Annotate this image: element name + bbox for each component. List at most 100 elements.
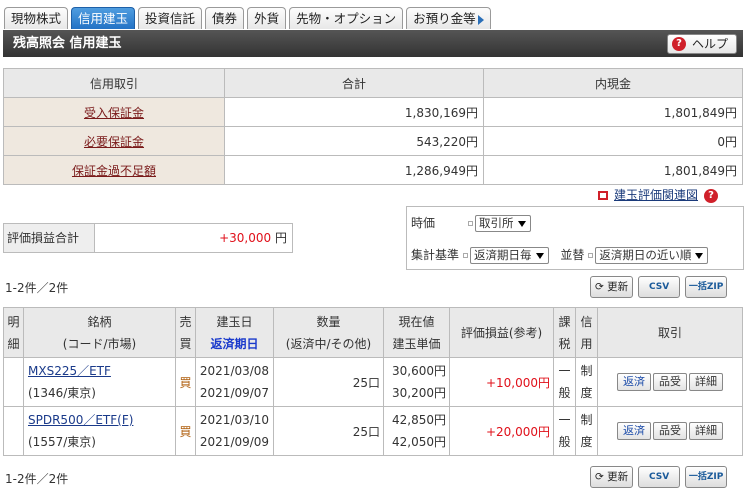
header-credit: 信用 <box>575 307 598 358</box>
header-cash: 内現金 <box>483 68 743 98</box>
cost-price: 42,050円 <box>392 435 446 449</box>
repay-button[interactable]: 返済 <box>617 422 651 440</box>
bullet-icon <box>468 221 473 226</box>
open-date: 2021/03/08 <box>199 364 270 378</box>
filter-panel: 時価 取引所 集計基準 返済期日毎 並替 返済期日の近い順 <box>406 206 744 270</box>
detail-button[interactable]: 詳細 <box>689 422 723 440</box>
bullet-icon <box>463 253 469 258</box>
header-cost: 建玉単価 <box>392 336 441 351</box>
pl-total-value: +30,000 <box>219 231 272 245</box>
delivery-button[interactable]: 品受 <box>653 373 687 391</box>
delivery-button[interactable]: 品受 <box>653 422 687 440</box>
detail-button[interactable]: 詳細 <box>689 373 723 391</box>
header-tax: 課税 <box>553 307 576 358</box>
refresh-button[interactable]: ⟳ 更新 <box>590 276 634 298</box>
toolbar-top: ⟳ 更新 CSV 一括ZIP <box>590 276 732 298</box>
header-due: 返済期日 <box>210 336 259 351</box>
link-required-margin[interactable]: 必要保証金 <box>84 135 144 149</box>
tab-deposits[interactable]: お預り金等 <box>406 7 491 29</box>
header-qty: 数量 <box>316 314 341 329</box>
qty-cell: 25口 <box>273 357 384 407</box>
table-row: 必要保証金 543,220円 0円 <box>3 126 743 156</box>
result-count-bottom: 1-2件／2件 <box>5 472 69 486</box>
csv-button[interactable]: CSV <box>638 276 681 298</box>
tax-cell: 一般 <box>553 357 576 407</box>
time-label: 時価 <box>411 216 436 230</box>
time-select[interactable]: 取引所 <box>475 215 531 232</box>
tax-cell: 一般 <box>553 406 576 456</box>
help-icon: ? <box>672 37 686 51</box>
stock-name-link[interactable]: MXS225／ETF <box>28 364 111 378</box>
zip-button[interactable]: 一括ZIP <box>685 466 728 488</box>
cell-cash: 1,801,849円 <box>483 97 743 127</box>
margin-summary-table: 信用取引 合計 内現金 受入保証金 1,830,169円 1,801,849円 … <box>3 68 743 185</box>
zip-button[interactable]: 一括ZIP <box>685 276 728 298</box>
stock-code: (1346/東京) <box>28 386 96 400</box>
sort-select[interactable]: 返済期日の近い順 <box>595 247 709 264</box>
current-price: 42,850円 <box>392 413 446 427</box>
due-date: 2021/09/09 <box>199 435 270 449</box>
tab-margin[interactable]: 信用建玉 <box>71 7 136 29</box>
tab-stocks[interactable]: 現物株式 <box>4 7 69 29</box>
tab-bonds[interactable]: 債券 <box>205 7 245 29</box>
bullet-icon <box>588 253 594 258</box>
header-name: 銘柄 <box>87 314 112 329</box>
side-cell: 買 <box>175 406 196 456</box>
current-price: 30,600円 <box>392 364 446 378</box>
tab-futures[interactable]: 先物・オプション <box>289 7 404 29</box>
result-count: 1-2件／2件 <box>5 281 69 295</box>
toolbar-bottom: ⟳ 更新 CSV 一括ZIP <box>590 466 732 488</box>
related-chart-link[interactable]: 建玉評価関連図? <box>598 186 719 203</box>
cell-cash: 1,801,849円 <box>483 155 743 185</box>
agg-label: 集計基準 <box>411 248 460 262</box>
header-price: 現在値 <box>398 314 435 329</box>
cell-cash: 0円 <box>483 126 743 156</box>
page-title-bar: 残高照会 信用建玉 ? ヘルプ <box>3 30 743 57</box>
cell-total: 543,220円 <box>224 126 484 156</box>
cell-total: 1,286,949円 <box>224 155 484 185</box>
header-total: 合計 <box>224 68 484 98</box>
table-row: SPDR500／ETF(F) (1557/東京) 買 2021/03/10 2021… <box>3 406 743 456</box>
tab-fx[interactable]: 外貨 <box>247 7 287 29</box>
header-action: 取引 <box>597 307 743 358</box>
pl-total-label: 評価損益合計 <box>4 224 95 252</box>
open-date: 2021/03/10 <box>199 413 270 427</box>
sort-label: 並替 <box>560 248 585 262</box>
repay-button[interactable]: 返済 <box>617 373 651 391</box>
tab-funds[interactable]: 投資信託 <box>138 7 203 29</box>
cost-price: 30,200円 <box>392 386 446 400</box>
credit-cell: 制度 <box>575 406 598 456</box>
positions-table: 明細 銘柄 (コード/市場) 売買 建玉日返済期日 数量 (返済中/その他) 現在値… <box>3 307 743 456</box>
link-margin-balance[interactable]: 保証金過不足額 <box>72 164 156 178</box>
tab-bar: 現物株式 信用建玉 投資信託 債券 外貨 先物・オプション お預り金等 <box>4 7 494 29</box>
window-icon <box>598 191 608 200</box>
header-detail: 明細 <box>3 307 24 358</box>
page-title: 残高照会 信用建玉 <box>13 36 122 51</box>
stock-code: (1557/東京) <box>28 435 96 449</box>
stock-name-link[interactable]: SPDR500／ETF(F) <box>28 413 133 427</box>
arrow-right-icon <box>477 14 484 25</box>
header-date: 建玉日 <box>216 314 253 329</box>
cell-total: 1,830,169円 <box>224 97 484 127</box>
due-date: 2021/09/07 <box>199 386 270 400</box>
qty-cell: 25口 <box>273 406 384 456</box>
table-row: MXS225／ETF (1346/東京) 買 2021/03/08 2021/09/… <box>3 357 743 407</box>
header-margin: 信用取引 <box>3 68 225 98</box>
header-code: (コード/市場) <box>62 336 137 351</box>
table-row: 保証金過不足額 1,286,949円 1,801,849円 <box>3 155 743 185</box>
link-deposit-margin[interactable]: 受入保証金 <box>84 106 144 120</box>
csv-button[interactable]: CSV <box>638 466 681 488</box>
header-side: 売買 <box>175 307 196 358</box>
help-icon[interactable]: ? <box>704 188 719 203</box>
table-row: 受入保証金 1,830,169円 1,801,849円 <box>3 97 743 127</box>
side-cell: 買 <box>175 357 196 407</box>
header-qty-sub: (返済中/その他) <box>285 336 372 351</box>
help-button[interactable]: ? ヘルプ <box>667 34 737 54</box>
pl-total-unit: 円 <box>274 231 287 245</box>
pl-cell: +10,000円 <box>449 357 554 407</box>
pl-total-box: 評価損益合計 +30,000 円 <box>3 223 293 253</box>
credit-cell: 制度 <box>575 357 598 407</box>
agg-select[interactable]: 返済期日毎 <box>470 247 549 264</box>
pl-cell: +20,000円 <box>449 406 554 456</box>
refresh-button[interactable]: ⟳ 更新 <box>590 466 634 488</box>
